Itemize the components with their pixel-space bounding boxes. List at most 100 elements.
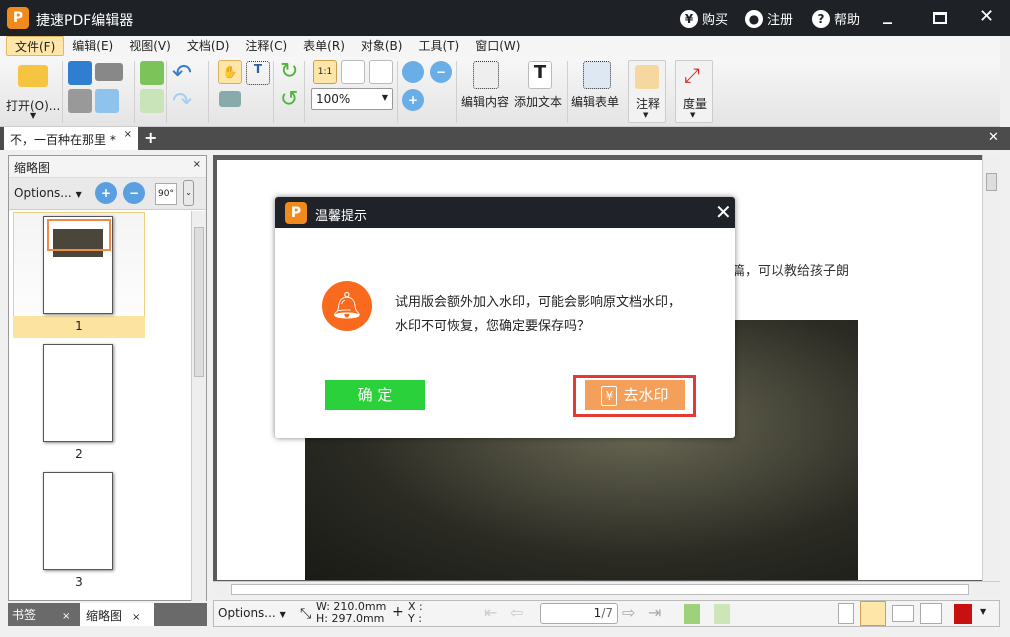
menu-file[interactable]: 文件(F): [6, 36, 65, 56]
view-options[interactable]: Options... ▼: [218, 606, 286, 620]
single-page-icon[interactable]: [838, 603, 854, 624]
annotate-button[interactable]: 注释 ▼: [628, 60, 666, 123]
bell-icon: 🔔︎: [322, 281, 372, 331]
thumbnail-page-2[interactable]: [43, 344, 113, 442]
vertical-scrollbar[interactable]: [982, 155, 1000, 581]
maximize-button[interactable]: [933, 12, 947, 24]
document-tab[interactable]: 不，一百种在那里 * ×: [4, 127, 138, 150]
confirm-button[interactable]: 确 定: [325, 380, 425, 410]
undo-icon[interactable]: ↶: [172, 59, 192, 87]
thumbnail-page-3[interactable]: [43, 472, 113, 570]
zoom-out-icon[interactable]: −: [430, 61, 452, 83]
register-button[interactable]: ● 注册: [745, 9, 793, 28]
open-button[interactable]: 打开(O)... ▼: [6, 61, 62, 123]
next-page-icon[interactable]: ⇨: [622, 603, 635, 622]
menu-window[interactable]: 窗口(W): [467, 36, 528, 56]
rotate-button[interactable]: 90°: [155, 183, 177, 205]
chevron-down-icon: ▼: [381, 93, 388, 102]
tab-close-icon[interactable]: ×: [132, 612, 140, 623]
thumbnail-panel: 缩略图 × Options... ▼ + − 90° ⌄ 1 2 3: [8, 155, 207, 601]
edit-content-icon: [473, 61, 499, 89]
menu-edit[interactable]: 编辑(E): [64, 36, 121, 56]
scanner-icon[interactable]: [95, 63, 123, 81]
yen-icon: ¥: [601, 385, 618, 406]
viewport-indicator[interactable]: [47, 219, 111, 251]
panel-close-icon[interactable]: ×: [193, 159, 201, 170]
divider: [134, 61, 135, 123]
fit-page-icon[interactable]: [341, 60, 365, 84]
measure-label: 度量: [683, 97, 708, 111]
menu-tools[interactable]: 工具(T): [410, 36, 467, 56]
two-page-icon[interactable]: [892, 605, 914, 622]
menu-document[interactable]: 文档(D): [179, 36, 238, 56]
tab-close-icon[interactable]: ×: [62, 611, 70, 622]
edit-content-button[interactable]: 编辑内容: [461, 61, 513, 113]
email-icon[interactable]: [95, 89, 119, 113]
tab-close-icon[interactable]: ×: [124, 129, 132, 140]
chevron-down-icon[interactable]: ▼: [980, 607, 986, 616]
prev-page-icon[interactable]: ⇦: [510, 603, 523, 622]
next-view-icon[interactable]: [714, 604, 730, 624]
scrollbar-thumb[interactable]: [986, 173, 997, 191]
fit-width-icon[interactable]: [369, 60, 393, 84]
zoom-in-icon[interactable]: +: [95, 182, 117, 204]
tab-thumbnails[interactable]: 缩略图 ×: [80, 603, 154, 626]
pdf-icon[interactable]: [954, 604, 972, 624]
app-logo: P: [285, 202, 307, 224]
actual-size-button[interactable]: 1:1: [313, 60, 337, 84]
horizontal-scrollbar[interactable]: [213, 581, 1000, 597]
page-number-input[interactable]: 1/7: [540, 603, 618, 624]
chevron-down-icon: ▼: [75, 190, 82, 199]
close-document-icon[interactable]: ✕: [988, 130, 999, 145]
buy-button[interactable]: ¥ 购买: [680, 9, 728, 28]
tab-bookmarks[interactable]: 书签 ×: [12, 606, 70, 623]
edit-form-button[interactable]: 编辑表单: [571, 61, 623, 113]
rotate-ccw-icon[interactable]: ↺: [280, 87, 298, 112]
first-page-icon[interactable]: ⇤: [484, 603, 497, 622]
prev-view-icon[interactable]: [684, 604, 700, 624]
measure-button[interactable]: ⤢ 度量 ▼: [675, 60, 713, 123]
menu-comment[interactable]: 注释(C): [237, 36, 295, 56]
redo-icon[interactable]: ↷: [172, 87, 192, 115]
menu-bar: 文件(F) 编辑(E) 视图(V) 文档(D) 注释(C) 表单(R) 对象(B…: [0, 36, 1000, 57]
hand-tool-icon[interactable]: ✋: [218, 60, 242, 84]
add-text-button[interactable]: T 添加文本: [514, 61, 566, 113]
dialog-close-icon[interactable]: ✕: [715, 200, 732, 224]
document-tab-label: 不，一百种在那里 *: [10, 133, 116, 147]
zoom-out-icon[interactable]: −: [123, 182, 145, 204]
rotate-cw-icon[interactable]: ↻: [280, 59, 298, 84]
minimize-button[interactable]: _: [883, 4, 892, 25]
new-tab-button[interactable]: +: [144, 128, 157, 147]
snapshot-icon[interactable]: [219, 91, 241, 107]
chevron-down-icon[interactable]: ⌄: [183, 180, 194, 206]
zoom-area-icon[interactable]: [402, 61, 424, 83]
scrollbar-thumb[interactable]: [194, 227, 204, 377]
import-icon[interactable]: [140, 61, 164, 85]
zoom-in-icon[interactable]: +: [402, 89, 424, 111]
select-text-icon[interactable]: T: [246, 61, 270, 85]
close-button[interactable]: ✕: [979, 6, 994, 27]
thumbnail-options[interactable]: Options... ▼: [14, 186, 82, 200]
zoom-select[interactable]: 100% ▼: [311, 88, 393, 110]
page-size: W: 210.0mm H: 297.0mm: [316, 601, 386, 625]
menu-object[interactable]: 对象(B): [353, 36, 411, 56]
continuous-two-page-icon[interactable]: [920, 603, 942, 624]
status-bar: Options... ▼ ⤡ W: 210.0mm H: 297.0mm + X …: [213, 600, 1000, 627]
divider: [166, 61, 167, 123]
chevron-down-icon: ▼: [279, 610, 286, 619]
continuous-page-icon[interactable]: [860, 601, 886, 626]
thumbnail-scrollbar[interactable]: [191, 211, 206, 601]
divider: [273, 61, 274, 123]
chevron-down-icon: ▼: [690, 111, 696, 119]
help-button[interactable]: ? 帮助: [812, 9, 860, 28]
menu-view[interactable]: 视图(V): [121, 36, 179, 56]
dialog-title: 温馨提示: [315, 209, 368, 224]
thumbnail-page-1[interactable]: [43, 216, 113, 314]
export-icon[interactable]: [140, 89, 164, 113]
scrollbar-thumb[interactable]: [231, 584, 969, 595]
print-icon[interactable]: [68, 89, 92, 113]
menu-form[interactable]: 表单(R): [295, 36, 353, 56]
last-page-icon[interactable]: ⇥: [648, 603, 661, 622]
save-icon[interactable]: [68, 61, 92, 85]
remove-watermark-button[interactable]: ¥ 去水印: [585, 380, 685, 410]
